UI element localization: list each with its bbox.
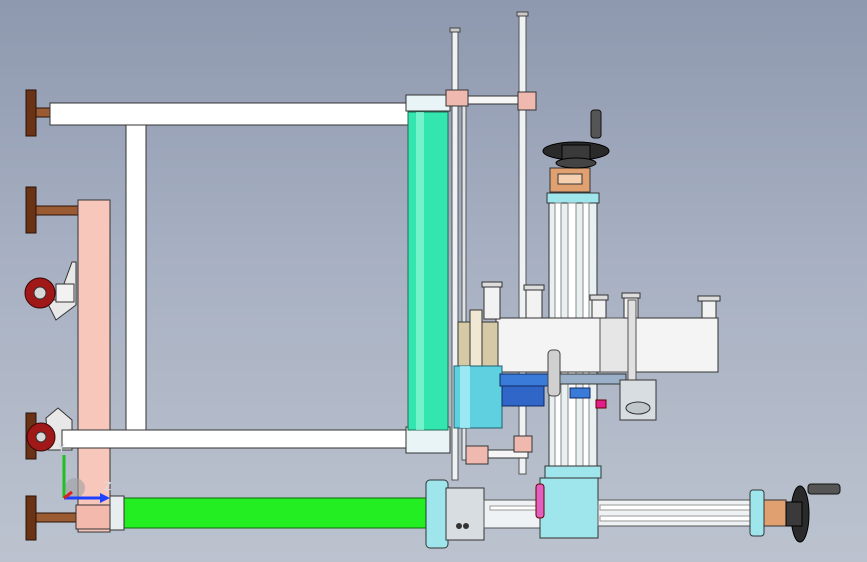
triad-y-label: Y <box>57 442 65 455</box>
leveling-foot-upper <box>25 186 81 234</box>
cad-viewport[interactable]: Y Z <box>0 0 867 562</box>
feed-tube <box>121 497 433 529</box>
side-handwheel-icon[interactable] <box>785 483 841 543</box>
triad-z-label: Z <box>104 480 112 493</box>
top-bracket <box>445 89 537 111</box>
press-roller <box>407 111 449 431</box>
caster-wheel-upper <box>24 261 77 321</box>
top-handwheel-icon[interactable] <box>542 109 610 169</box>
leveling-foot-top <box>25 89 51 137</box>
leveling-foot-bottom <box>25 495 81 541</box>
horizontal-adjuster <box>425 477 787 549</box>
column-top-collar <box>549 167 591 193</box>
machine-drawing: Y Z <box>24 11 841 549</box>
